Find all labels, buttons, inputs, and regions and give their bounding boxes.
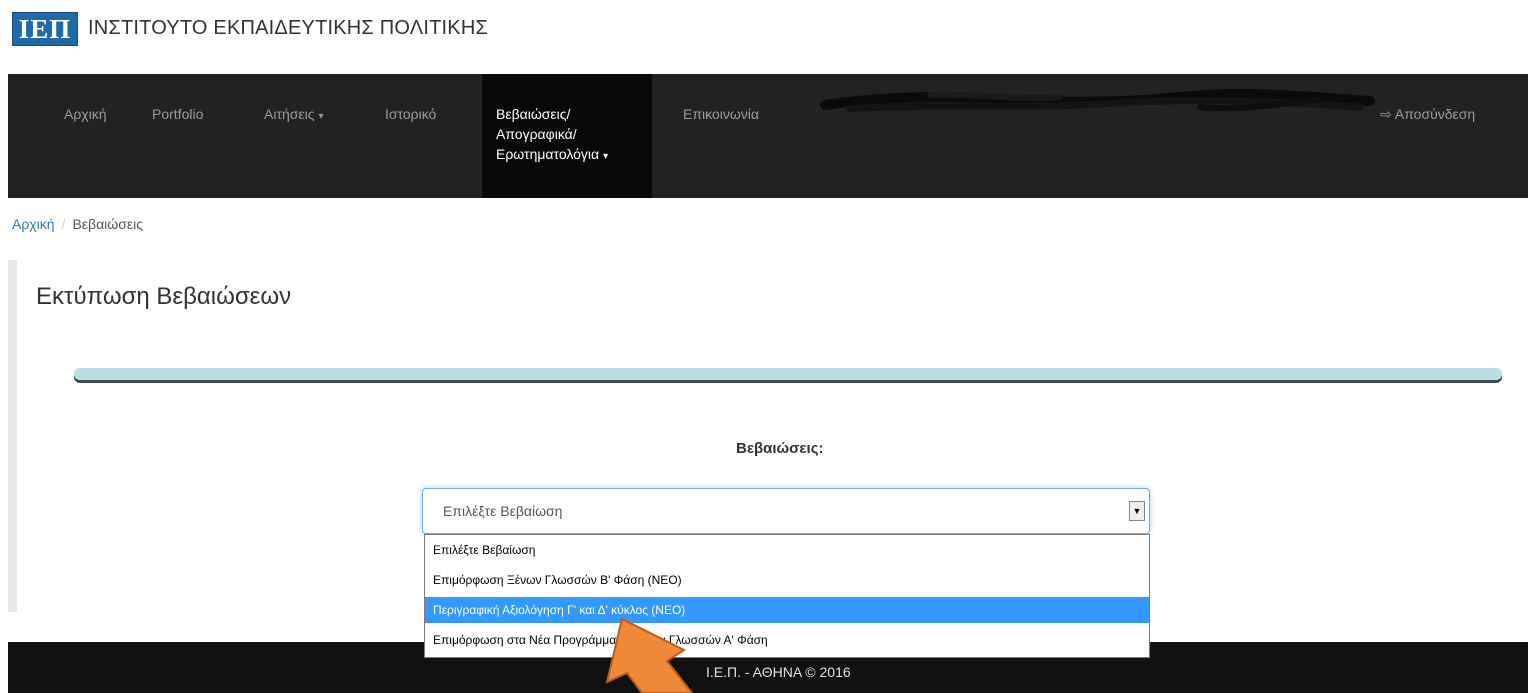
dropdown-option[interactable]: Επιλέξτε Βεβαίωση xyxy=(425,537,1149,563)
footer-copyright: Ι.Ε.Π. - ΑΘΗΝΑ © 2016 xyxy=(706,664,851,680)
annotation-arrow-icon xyxy=(605,617,694,693)
dropdown-arrow-icon[interactable]: ▼ xyxy=(1129,501,1145,521)
chevron-down-icon: ▾ xyxy=(318,111,324,122)
certificates-field-label: Βεβαιώσεις: xyxy=(736,440,824,457)
breadcrumb: Αρχική / Βεβαιώσεις xyxy=(12,216,143,232)
certificate-select[interactable]: Επιλέξτε Βεβαίωση ▼ xyxy=(422,488,1150,534)
nav-portfolio[interactable]: Portfolio xyxy=(152,104,203,124)
dropdown-option[interactable]: Επιμόρφωση στα Νέα Προγράμματα Ξένων Γλω… xyxy=(425,627,1149,653)
nav-history[interactable]: Ιστορικό xyxy=(385,104,436,124)
certificate-select-value: Επιλέξτε Βεβαίωση xyxy=(443,503,563,519)
page-title: Εκτύπωση Βεβαιώσεων xyxy=(36,283,292,310)
chevron-down-icon: ▾ xyxy=(603,151,609,162)
logout-label: Αποσύνδεση xyxy=(1394,106,1476,122)
redaction-scribble xyxy=(820,89,1375,113)
breadcrumb-separator: / xyxy=(61,216,66,232)
breadcrumb-home[interactable]: Αρχική xyxy=(12,216,55,232)
certificate-dropdown-list: Επιλέξτε Βεβαίωση Επιμόρφωση Ξένων Γλωσσ… xyxy=(424,534,1150,658)
dropdown-option-highlighted[interactable]: Περιγραφική Αξιολόγηση Γ' και Δ' κύκλος … xyxy=(425,597,1149,623)
dropdown-option[interactable]: Επιμόρφωση Ξένων Γλωσσών Β' Φάση (ΝΕΟ) xyxy=(425,567,1149,593)
nav-home[interactable]: Αρχική xyxy=(64,104,107,124)
nav-contact[interactable]: Επικοινωνία xyxy=(683,104,759,124)
logout-icon: ⇨ xyxy=(1380,106,1395,122)
nav-certificates-line2: Απογραφικά/ xyxy=(496,126,577,142)
breadcrumb-current: Βεβαιώσεις xyxy=(72,216,143,232)
section-divider xyxy=(74,368,1502,380)
logout-link[interactable]: ⇨ Αποσύνδεση xyxy=(1380,104,1475,124)
nav-certificates-line3: Ερωτηματολόγια xyxy=(496,146,600,162)
nav-applications-label: Αιτήσεις xyxy=(264,106,315,122)
main-navbar: Αρχική Portfolio Αιτήσεις ▾ Ιστορικό Βεβα… xyxy=(8,74,1528,198)
nav-certificates[interactable]: Βεβαιώσεις/ Απογραφικά/ Ερωτηματολόγια ▾ xyxy=(482,74,652,198)
org-name: ΙΝΣΤΙΤΟΥΤΟ ΕΚΠΑΙΔΕΥΤΙΚΗΣ ΠΟΛΙΤΙΚΗΣ xyxy=(88,17,489,39)
nav-applications[interactable]: Αιτήσεις ▾ xyxy=(264,104,324,127)
logo[interactable]: ΙΕΠ xyxy=(12,12,78,46)
nav-certificates-line1: Βεβαιώσεις/ xyxy=(496,106,571,122)
